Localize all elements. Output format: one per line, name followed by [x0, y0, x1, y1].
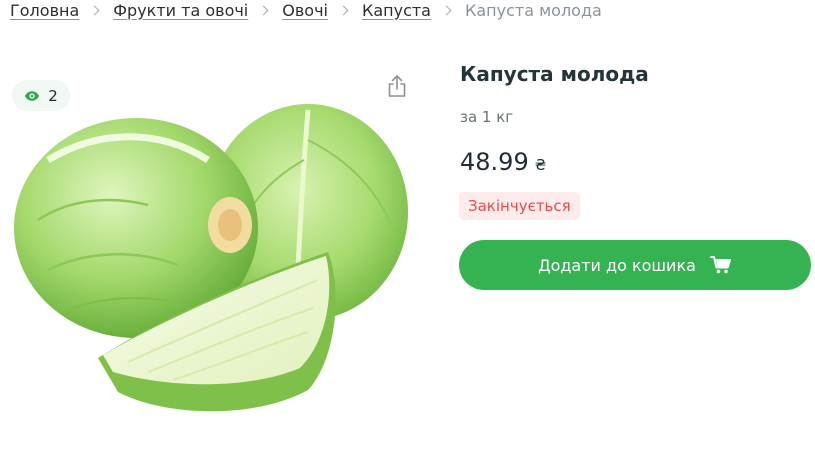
breadcrumb-item-vegetables[interactable]: Овочі	[282, 1, 328, 20]
product-image	[14, 104, 408, 412]
breadcrumb-item-cabbage[interactable]: Капуста	[362, 1, 431, 20]
breadcrumb: Головна Фрукти та овочі Овочі Капуста Ка…	[10, 0, 602, 22]
chevron-right-icon	[338, 5, 349, 15]
chevron-right-icon	[89, 5, 100, 15]
stock-status-badge: Закінчується	[459, 192, 580, 220]
cart-icon	[709, 256, 731, 274]
product-price: 48.99 ₴	[460, 148, 546, 176]
share-icon	[388, 75, 406, 97]
share-button[interactable]	[383, 72, 411, 100]
add-to-cart-button[interactable]: Додати до кошика	[459, 240, 811, 290]
add-to-cart-label: Додати до кошика	[538, 255, 696, 275]
chevron-right-icon	[441, 5, 452, 15]
chevron-right-icon	[258, 5, 269, 15]
breadcrumb-current: Капуста молода	[464, 0, 602, 20]
price-amount: 48.99	[460, 148, 529, 176]
breadcrumb-item-fruits-vegetables[interactable]: Фрукти та овочі	[113, 1, 248, 20]
price-currency: ₴	[534, 156, 547, 174]
product-title: Капуста молода	[460, 62, 649, 86]
stock-status-label: Закінчується	[468, 197, 571, 215]
breadcrumb-item-home[interactable]: Головна	[10, 1, 79, 20]
product-unit: за 1 кг	[460, 108, 514, 126]
